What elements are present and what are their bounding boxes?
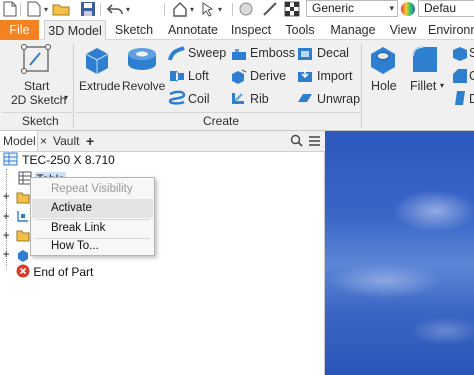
create-panel-title: Create	[203, 114, 240, 128]
chevron-down-icon: ▾	[389, 3, 394, 13]
checkerboard-icon[interactable]	[284, 1, 300, 17]
tab-annotate[interactable]: Annotate	[164, 20, 222, 40]
browser-tab-bar: Model × Vault +	[0, 131, 325, 152]
menu-item-activate[interactable]: Activate	[32, 199, 153, 218]
open-folder-icon[interactable]	[52, 1, 70, 17]
tab-file[interactable]: File	[0, 20, 39, 40]
color-wheel-icon[interactable]	[400, 1, 416, 17]
folder-icon	[16, 228, 30, 245]
derive-label[interactable]: Derive	[250, 69, 286, 83]
loft-label[interactable]: Loft	[188, 69, 209, 83]
select-icon[interactable]	[200, 1, 216, 17]
new-file-icon[interactable]	[2, 1, 18, 17]
start-sketch-label-2[interactable]: 2D Sketch	[11, 93, 66, 107]
origin-icon	[16, 209, 30, 226]
menu-item-how-to[interactable]: How To...	[32, 237, 153, 256]
home-dropdown-icon[interactable]: ▾	[188, 1, 196, 17]
sketch-panel-title: Sketch	[22, 114, 59, 128]
coil-label[interactable]: Coil	[188, 92, 210, 106]
ribbon-panel: Start 2D Sketch ▾ Sketch Extrude Revolve…	[0, 40, 474, 131]
quick-access-toolbar: ▾ ▾ ▾ ▾ Generic ▾ Defau	[0, 0, 474, 20]
hole-label[interactable]: Hole	[371, 79, 397, 93]
revolve-icon[interactable]	[126, 44, 158, 76]
tab-3d-model[interactable]: 3D Model	[44, 20, 106, 40]
modify-s-label[interactable]: S	[469, 46, 474, 60]
context-menu: Repeat Visibility Activate Break Link Ho…	[30, 177, 155, 256]
fillet-label[interactable]: Fillet	[410, 79, 436, 93]
menu-item-repeat-visibility[interactable]: Repeat Visibility	[32, 180, 153, 199]
loft-icon[interactable]	[168, 68, 186, 84]
material-value: Defau	[424, 1, 457, 15]
import-icon[interactable]	[296, 68, 314, 84]
chevron-down-icon[interactable]: ▾	[42, 1, 50, 17]
appearance-select[interactable]: Generic ▾	[306, 0, 398, 17]
tab-sketch[interactable]: Sketch	[110, 20, 158, 40]
tab-manage[interactable]: Manage	[328, 20, 378, 40]
tree-item-end-of-part-label: End of Part	[33, 265, 94, 279]
modify-d-label[interactable]: D	[469, 92, 474, 106]
sweep-icon[interactable]	[168, 46, 186, 62]
search-icon[interactable]	[290, 131, 303, 151]
fillet-icon[interactable]	[409, 44, 441, 76]
undo-icon[interactable]	[106, 1, 124, 17]
tab-view[interactable]: View	[386, 20, 420, 40]
decal-label[interactable]: Decal	[317, 46, 349, 60]
appearance-value: Generic	[312, 1, 355, 15]
tree-root[interactable]: TEC-250 X 8.710	[3, 151, 115, 169]
folder-icon	[16, 190, 30, 207]
new-dropdown-icon[interactable]	[26, 1, 42, 17]
tab-close-icon[interactable]: ×	[40, 131, 47, 151]
rib-icon[interactable]	[230, 90, 248, 106]
tab-vault[interactable]: Vault	[53, 131, 79, 151]
chevron-down-icon[interactable]: ▾	[64, 93, 68, 102]
emboss-label[interactable]: Emboss	[250, 46, 295, 60]
undo-dropdown-icon[interactable]: ▾	[124, 1, 132, 17]
tab-tools[interactable]: Tools	[281, 20, 319, 40]
graphics-viewport[interactable]	[325, 131, 474, 375]
expand-icon[interactable]: +	[3, 249, 9, 261]
measure-icon[interactable]	[262, 1, 278, 17]
decal-icon[interactable]	[296, 46, 314, 62]
draft-icon[interactable]	[452, 90, 468, 106]
unwrap-icon[interactable]	[296, 90, 314, 106]
coil-icon[interactable]	[168, 90, 186, 106]
extrude-label[interactable]: Extrude	[79, 79, 120, 93]
emboss-icon[interactable]	[230, 46, 248, 62]
fillet-dropdown-icon[interactable]: ▾	[440, 81, 444, 90]
chamfer-icon[interactable]	[452, 68, 468, 84]
update-icon[interactable]	[238, 1, 254, 17]
material-select[interactable]: Defau	[418, 0, 474, 17]
ribbon-tab-bar: File 3D Model Sketch Annotate Inspect To…	[0, 20, 474, 40]
expand-icon[interactable]: +	[3, 211, 9, 223]
expand-icon[interactable]: +	[3, 191, 9, 203]
unwrap-label[interactable]: Unwrap	[317, 92, 360, 106]
end-of-part-icon	[16, 264, 30, 278]
revolve-label[interactable]: Revolve	[122, 79, 165, 93]
part-icon	[3, 152, 18, 166]
menu-icon[interactable]	[308, 131, 321, 151]
hole-icon[interactable]	[367, 44, 399, 76]
menu-item-break-link[interactable]: Break Link	[32, 219, 153, 238]
tree-item-end-of-part[interactable]: End of Part	[16, 263, 93, 281]
import-label[interactable]: Import	[317, 69, 352, 83]
expand-icon[interactable]: +	[3, 230, 9, 242]
shell-icon[interactable]	[452, 46, 468, 62]
tab-model[interactable]: Model	[0, 131, 38, 151]
rib-label[interactable]: Rib	[250, 92, 269, 106]
sweep-label[interactable]: Sweep	[188, 46, 226, 60]
tab-environments[interactable]: Environn	[428, 20, 474, 40]
start-sketch-label-1[interactable]: Start	[24, 79, 49, 93]
save-icon[interactable]	[80, 1, 96, 17]
tree-root-label: TEC-250 X 8.710	[22, 153, 115, 167]
tab-inspect[interactable]: Inspect	[229, 20, 273, 40]
home-icon[interactable]	[172, 1, 188, 17]
derive-icon[interactable]	[230, 68, 248, 84]
select-dropdown-icon[interactable]: ▾	[216, 1, 224, 17]
start-sketch-icon[interactable]	[20, 44, 54, 76]
modify-c-label[interactable]: C	[469, 69, 474, 83]
extrude-icon[interactable]	[82, 44, 112, 76]
add-tab-button[interactable]: +	[86, 131, 94, 151]
